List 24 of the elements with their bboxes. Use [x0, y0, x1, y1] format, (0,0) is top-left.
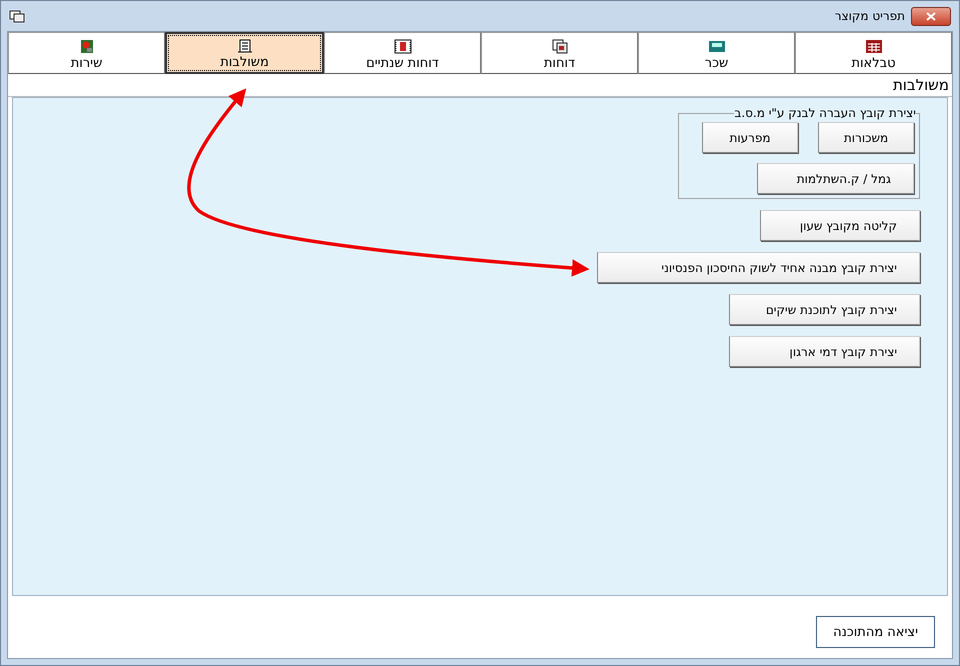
- tab[interactable]: טבלאות: [795, 32, 952, 74]
- close-icon: [926, 12, 936, 20]
- action-button[interactable]: יצירת קובץ לתוכנת שיקים: [729, 294, 920, 325]
- close-button[interactable]: [911, 6, 951, 26]
- action-button[interactable]: גמל / ק.השתלמות: [757, 163, 914, 194]
- tab[interactable]: משולבות: [165, 32, 324, 74]
- documents-icon: [550, 39, 568, 54]
- action-button[interactable]: יצירת קובץ מבנה אחיד לשוק החיסכון הפנסיוני: [597, 252, 920, 283]
- app-icon: [9, 9, 25, 23]
- action-button[interactable]: מפרעות: [702, 122, 798, 153]
- table-icon: [864, 39, 882, 54]
- tab[interactable]: שכר: [638, 32, 795, 74]
- exit-button[interactable]: יציאה מהתוכנה: [816, 616, 935, 648]
- window-title: תפריט מקוצר: [834, 9, 905, 23]
- register-icon: [708, 39, 726, 54]
- group-title: יצירת קובץ העברה לבנק ע"י מ.ס.ב: [734, 106, 916, 120]
- action-button[interactable]: יצירת קובץ דמי ארגון: [729, 336, 920, 367]
- tab[interactable]: דוחות שנתיים: [324, 32, 481, 74]
- calendar-icon: [394, 39, 412, 54]
- tab[interactable]: שירות: [8, 32, 165, 74]
- building-icon: [236, 38, 254, 53]
- action-button[interactable]: משכורות: [818, 122, 914, 153]
- tab[interactable]: דוחות: [481, 32, 638, 74]
- action-button[interactable]: קליטה מקובץ שעון: [760, 210, 920, 241]
